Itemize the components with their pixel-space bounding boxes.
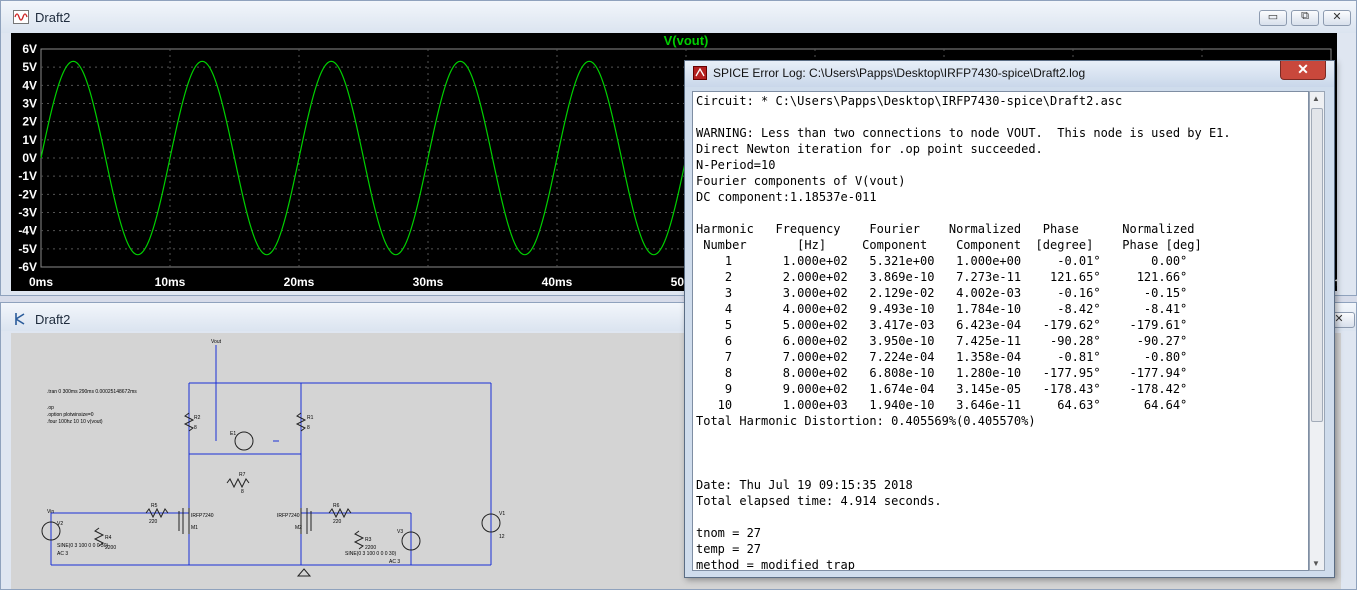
- log-line: 10 1.000e+03 1.940e-10 3.646e-11 64.63° …: [696, 398, 1188, 412]
- error-log-close-button[interactable]: ✕: [1280, 61, 1326, 80]
- log-line: 8 8.000e+02 6.808e-10 1.280e-10 -177.95°…: [696, 366, 1188, 380]
- log-line: N-Period=10: [696, 158, 776, 172]
- error-log-content[interactable]: Circuit: * C:\Users\Papps\Desktop\IRFP74…: [693, 92, 1308, 571]
- label-m2: M2: [295, 525, 302, 531]
- label-vin: Vin: [47, 509, 54, 515]
- y-tick-label: 3V: [22, 97, 37, 111]
- label-v2-value: SINE(0 3 100 0 0 0 30): [57, 543, 108, 549]
- log-line: 9 9.000e+02 1.674e-04 3.145e-05 -178.43°…: [696, 382, 1188, 396]
- label-r3: R3: [365, 537, 372, 543]
- label-m2-value: IRFP7240: [277, 513, 300, 519]
- close-icon: ✕: [1332, 11, 1342, 23]
- x-tick-label: 20ms: [284, 275, 315, 289]
- label-r2: R2: [194, 415, 201, 421]
- log-line: 5 5.000e+02 3.417e-03 6.423e-04 -179.62°…: [696, 318, 1188, 332]
- log-line: Total Harmonic Distortion: 0.405569%(0.4…: [696, 414, 1036, 428]
- log-line: 1 1.000e+02 5.321e+00 1.000e+00 -0.01° 0…: [696, 254, 1188, 268]
- y-tick-label: 1V: [22, 133, 37, 147]
- y-tick-label: -6V: [18, 260, 37, 274]
- log-line: 4 4.000e+02 9.493e-10 1.784e-10 -8.42° -…: [696, 302, 1188, 316]
- label-r7: R7: [239, 472, 246, 478]
- log-line: 7 7.000e+02 7.224e-04 1.358e-04 -0.81° -…: [696, 350, 1188, 364]
- log-line: Date: Thu Jul 19 09:15:35 2018: [696, 478, 913, 492]
- x-tick-label: 0ms: [29, 275, 53, 289]
- y-tick-label: 5V: [22, 60, 37, 74]
- label-m1-value: IRFP7240: [191, 513, 214, 519]
- log-line: WARNING: Less than two connections to no…: [696, 126, 1231, 140]
- x-tick-label: 10ms: [155, 275, 186, 289]
- trace-label: V(vout): [664, 33, 709, 48]
- label-r6-value: 220: [333, 519, 342, 525]
- spice-directive-option[interactable]: .option plotwinsize=0: [47, 412, 94, 418]
- log-line: DC component:1.18537e-011: [696, 190, 877, 204]
- spice-error-log-dialog: SPICE Error Log: C:\Users\Papps\Desktop\…: [684, 60, 1335, 578]
- label-r1-value: 8: [307, 425, 310, 431]
- log-line: temp = 27: [696, 542, 762, 556]
- label-v1-value: 12: [499, 534, 505, 540]
- scroll-down-icon[interactable]: ▼: [1312, 559, 1320, 568]
- log-line: 3 3.000e+02 2.129e-02 4.002e-03 -0.16° -…: [696, 286, 1188, 300]
- y-tick-label: 0V: [22, 151, 37, 165]
- label-v3: V3: [397, 529, 403, 535]
- restore-button[interactable]: ⧉: [1291, 10, 1319, 26]
- close-icon: ✕: [1297, 61, 1309, 77]
- close-button[interactable]: ✕: [1323, 10, 1351, 26]
- log-line: Number [Hz] Component Component [degree]…: [696, 238, 1202, 252]
- log-line: Direct Newton iteration for .op point su…: [696, 142, 1043, 156]
- label-r7-value: 8: [241, 489, 244, 495]
- label-r2-value: 8: [194, 425, 197, 431]
- x-tick-label: 40ms: [542, 275, 573, 289]
- waveform-window-title: Draft2: [35, 10, 71, 25]
- log-line: Fourier components of V(vout): [696, 174, 906, 188]
- label-r1: R1: [307, 415, 314, 421]
- spice-directive-op[interactable]: .op: [47, 405, 54, 411]
- log-line: Total elapsed time: 4.914 seconds.: [696, 494, 942, 508]
- scroll-up-icon[interactable]: ▲: [1312, 94, 1320, 103]
- y-tick-label: 2V: [22, 115, 37, 129]
- spice-log-icon: [693, 66, 707, 80]
- schematic-window-title: Draft2: [35, 312, 71, 327]
- waveform-app-icon: [13, 10, 29, 24]
- x-tick-label: 30ms: [413, 275, 444, 289]
- schematic-app-icon: [15, 313, 25, 325]
- error-log-scrollbar[interactable]: ▲ ▼: [1309, 91, 1325, 571]
- label-vout: Vout: [211, 339, 222, 345]
- label-v3-ac: AC 3: [389, 559, 400, 565]
- label-r5: R5: [151, 503, 158, 509]
- minimize-button[interactable]: ▭: [1259, 10, 1287, 26]
- minimize-icon: ▭: [1267, 11, 1279, 23]
- label-r5-value: 220: [149, 519, 158, 525]
- waveform-titlebar[interactable]: Draft2 ▭ ⧉ ✕: [1, 1, 1356, 33]
- spice-directive-four[interactable]: .four 100hz 10 10 v(vout): [47, 419, 103, 425]
- log-line: 6 6.000e+02 3.950e-10 7.425e-11 -90.28° …: [696, 334, 1188, 348]
- label-v3-value: SINE(0 3 100 0 0 0 30): [345, 551, 396, 557]
- label-v1: V1: [499, 511, 505, 517]
- y-tick-label: -1V: [18, 169, 37, 183]
- log-line: Harmonic Frequency Fourier Normalized Ph…: [696, 222, 1195, 236]
- scroll-thumb[interactable]: [1311, 108, 1323, 422]
- label-m1: M1: [191, 525, 198, 531]
- y-tick-label: -4V: [18, 224, 37, 238]
- label-r4: R4: [105, 535, 112, 541]
- log-line: tnom = 27: [696, 526, 762, 540]
- spice-directive-tran[interactable]: .tran 0 300ms 290ms 0.00025148672ms: [47, 389, 137, 395]
- log-line: Circuit: * C:\Users\Papps\Desktop\IRFP74…: [696, 94, 1123, 108]
- error-log-title: SPICE Error Log: C:\Users\Papps\Desktop\…: [713, 66, 1086, 80]
- restore-icon: ⧉: [1301, 10, 1309, 22]
- log-line: 2 2.000e+02 3.869e-10 7.273e-11 121.65° …: [696, 270, 1188, 284]
- label-v2-ac: AC 3: [57, 551, 68, 557]
- y-tick-label: -5V: [18, 242, 37, 256]
- y-tick-label: 4V: [22, 78, 37, 92]
- error-log-titlebar[interactable]: SPICE Error Log: C:\Users\Papps\Desktop\…: [685, 61, 1334, 87]
- y-tick-label: -2V: [18, 187, 37, 201]
- label-r6: R6: [333, 503, 340, 509]
- error-log-text-area[interactable]: Circuit: * C:\Users\Papps\Desktop\IRFP74…: [692, 91, 1309, 571]
- y-tick-label: -3V: [18, 206, 37, 220]
- y-tick-label: 6V: [22, 42, 37, 56]
- schematic-drawing: Vout Vin R2 8 R1 8 E1 R7 8 R5 220 R6 220…: [41, 339, 505, 577]
- label-v2: V2: [57, 521, 63, 527]
- log-line: method = modified trap: [696, 558, 855, 571]
- label-e1: E1: [230, 431, 236, 437]
